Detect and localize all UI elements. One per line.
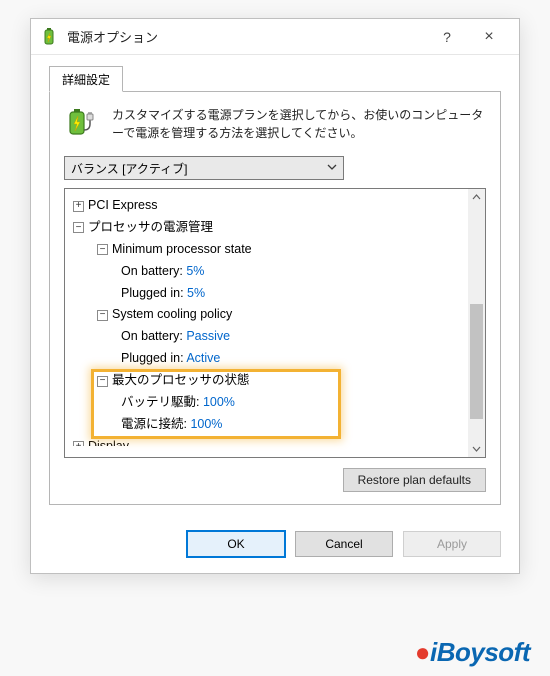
watermark: ●iBoysoft xyxy=(415,637,530,668)
settings-tree[interactable]: +PCI Express−プロセッサの電源管理−Minimum processo… xyxy=(64,188,486,458)
tree-node[interactable]: + PCI Express xyxy=(71,195,485,217)
scroll-down-button[interactable] xyxy=(468,440,485,457)
tree-leaf[interactable]: On battery: 5% xyxy=(71,261,485,283)
expand-icon[interactable]: + xyxy=(73,201,84,212)
tree-setting-value[interactable]: 5% xyxy=(186,264,204,278)
tree-setting-value[interactable]: 5% xyxy=(187,286,205,300)
tree-node[interactable]: −最大のプロセッサの状態 xyxy=(71,370,485,392)
tree-setting-label: On battery: xyxy=(121,329,186,343)
tab-advanced-settings[interactable]: 詳細設定 xyxy=(49,66,123,92)
watermark-dot-icon: ● xyxy=(415,637,430,667)
tab-panel: カスタマイズする電源プランを選択してから、お使いのコンピューターで電源を管理する… xyxy=(49,91,501,505)
tree-node[interactable]: + Display xyxy=(71,436,485,446)
tree-label: System cooling policy xyxy=(112,307,232,321)
tree-label: PCI Express xyxy=(88,198,157,212)
chevron-down-icon xyxy=(327,161,337,175)
help-button[interactable]: ? xyxy=(427,29,467,45)
tree-node[interactable]: −Minimum processor state xyxy=(71,239,485,261)
collapse-icon[interactable]: − xyxy=(97,244,108,255)
tree-setting-label: Plugged in: xyxy=(121,351,186,365)
tree-label: Display xyxy=(88,439,129,446)
tree-setting-value[interactable]: Passive xyxy=(186,329,230,343)
power-plan-value: バランス [アクティブ] xyxy=(71,160,187,177)
tree-leaf[interactable]: 電源に接続: 100% xyxy=(71,414,485,436)
collapse-icon[interactable]: − xyxy=(97,310,108,321)
tree-setting-label: On battery: xyxy=(121,264,186,278)
scroll-up-button[interactable] xyxy=(468,189,485,206)
expand-icon[interactable]: + xyxy=(73,441,84,446)
tree-label: プロセッサの電源管理 xyxy=(88,220,213,234)
tree-leaf[interactable]: Plugged in: 5% xyxy=(71,283,485,305)
dialog-body: 詳細設定 カスタマイズする電源プランを選択してから、お使いのコンピューターで電源… xyxy=(31,55,519,519)
tree-label: 最大のプロセッサの状態 xyxy=(112,373,250,387)
watermark-rest: Boysoft xyxy=(437,637,530,667)
cancel-button[interactable]: Cancel xyxy=(295,531,393,557)
tree-leaf[interactable]: On battery: Passive xyxy=(71,326,485,348)
close-button[interactable]: × xyxy=(467,28,511,46)
intro-text: カスタマイズする電源プランを選択してから、お使いのコンピューターで電源を管理する… xyxy=(112,106,486,142)
collapse-icon[interactable]: − xyxy=(97,376,108,387)
tree-setting-label: バッテリ駆動: xyxy=(121,395,203,409)
tree-setting-value[interactable]: 100% xyxy=(203,395,235,409)
battery-plug-icon xyxy=(64,106,100,142)
tree-label: Minimum processor state xyxy=(112,242,252,256)
vertical-scrollbar[interactable] xyxy=(468,189,485,457)
tab-strip: 詳細設定 xyxy=(49,65,501,91)
battery-power-icon xyxy=(39,27,59,47)
dialog-footer: OK Cancel Apply xyxy=(31,519,519,573)
power-plan-combobox[interactable]: バランス [アクティブ] xyxy=(64,156,344,180)
restore-row: Restore plan defaults xyxy=(64,468,486,492)
tree-setting-label: 電源に接続: xyxy=(121,417,190,431)
watermark-i: i xyxy=(430,637,437,667)
tree-setting-value[interactable]: 100% xyxy=(190,417,222,431)
scroll-thumb[interactable] xyxy=(470,304,483,419)
intro-row: カスタマイズする電源プランを選択してから、お使いのコンピューターで電源を管理する… xyxy=(64,106,486,142)
collapse-icon[interactable]: − xyxy=(73,222,84,233)
tree-leaf[interactable]: Plugged in: Active xyxy=(71,348,485,370)
tree-setting-label: Plugged in: xyxy=(121,286,187,300)
tree-node[interactable]: −System cooling policy xyxy=(71,304,485,326)
ok-button[interactable]: OK xyxy=(187,531,285,557)
apply-button: Apply xyxy=(403,531,501,557)
titlebar: 電源オプション ? × xyxy=(31,19,519,55)
tree-leaf[interactable]: バッテリ駆動: 100% xyxy=(71,392,485,414)
tree-node[interactable]: −プロセッサの電源管理 xyxy=(71,217,485,239)
window-title: 電源オプション xyxy=(67,27,427,46)
restore-defaults-button[interactable]: Restore plan defaults xyxy=(343,468,486,492)
power-options-dialog: 電源オプション ? × 詳細設定 xyxy=(30,18,520,574)
tree-setting-value[interactable]: Active xyxy=(186,351,220,365)
